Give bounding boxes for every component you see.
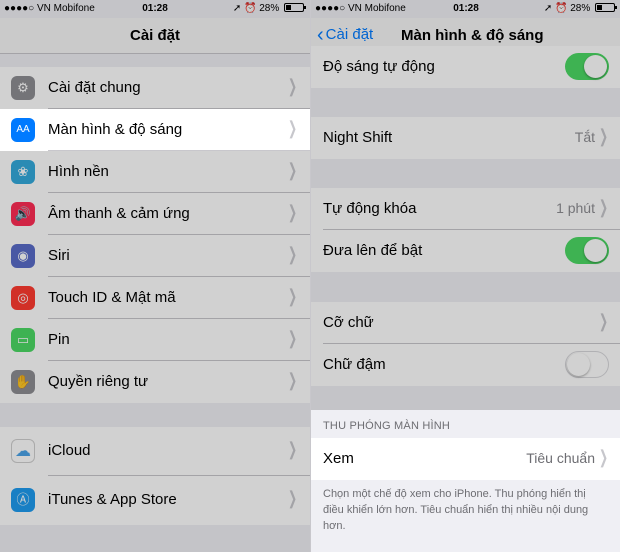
night-shift-row[interactable]: Night Shift Tắt ❯	[311, 117, 620, 159]
back-label: Cài đặt	[325, 26, 374, 43]
battery-percent: 28%	[259, 3, 280, 14]
auto-lock-label: Tự động khóa	[323, 200, 417, 217]
settings-row[interactable]: ⒶiTunes & App Store ❯	[0, 476, 310, 525]
settings-row-label: Touch ID & Mật mã	[48, 289, 176, 306]
raise-to-wake-label: Đưa lên để bật	[323, 242, 423, 259]
chevron-right-icon: ❯	[598, 447, 608, 467]
chevron-right-icon: ❯	[287, 160, 297, 180]
settings-row[interactable]: 🔊 Âm thanh & cảm ứng ❯	[0, 193, 310, 235]
raise-to-wake-row: Đưa lên để bật	[311, 230, 620, 272]
page-title: Cài đặt	[129, 27, 180, 44]
display-brightness-icon: AA	[11, 118, 35, 142]
settings-row-label: Siri	[48, 247, 70, 264]
gear-icon: ⚙	[11, 76, 35, 100]
chevron-right-icon: ❯	[287, 76, 297, 96]
chevron-right-icon: ❯	[287, 202, 297, 222]
settings-row[interactable]: ▭ Pin ❯	[0, 319, 310, 361]
battery-icon: ▭	[11, 328, 35, 352]
settings-row-label: Pin	[48, 331, 70, 348]
settings-row[interactable]: ◉ Siri ❯	[0, 235, 310, 277]
sound-icon: 🔊	[11, 202, 35, 226]
view-label: Xem	[323, 450, 354, 467]
nav-bar: Cài đặt	[0, 18, 310, 54]
settings-row[interactable]: AA Màn hình & độ sáng ❯	[0, 109, 310, 151]
back-button[interactable]: ‹ Cài đặt	[317, 24, 374, 46]
raise-to-wake-toggle[interactable]	[565, 237, 609, 264]
settings-row-label: Quyền riêng tư	[48, 373, 149, 390]
siri-icon: ◉	[11, 244, 35, 268]
privacy-hand-icon: ✋	[11, 370, 35, 394]
chevron-right-icon: ❯	[287, 439, 297, 459]
chevron-right-icon: ❯	[287, 244, 297, 264]
text-size-row[interactable]: Cỡ chữ ❯	[311, 302, 620, 344]
auto-brightness-label: Độ sáng tự động	[323, 58, 435, 75]
settings-screen: ●●●●○ VN Mobifone 01:28 ➚ ⏰ 28% Cài đặt …	[0, 0, 310, 552]
settings-row-label: Cài đặt chung	[48, 79, 141, 96]
battery-status: ➚ ⏰ 28%	[544, 3, 617, 14]
auto-brightness-toggle[interactable]	[565, 53, 609, 80]
app-store-icon: Ⓐ	[11, 488, 35, 512]
chevron-right-icon: ❯	[598, 311, 608, 331]
chevron-left-icon: ‹	[317, 24, 324, 46]
settings-row[interactable]: ✋ Quyền riêng tư ❯	[0, 361, 310, 403]
display-brightness-screen: ●●●●○ VN Mobifone 01:28 ➚ ⏰ 28% ‹ Cài đặt…	[311, 0, 620, 552]
fingerprint-icon: ◎	[11, 286, 35, 310]
night-shift-label: Night Shift	[323, 129, 393, 146]
view-row[interactable]: Xem Tiêu chuẩn ❯	[311, 438, 620, 480]
zoom-footnote: Chọn một chế độ xem cho iPhone. Thu phón…	[323, 488, 589, 532]
bold-text-row: Chữ đậm	[311, 344, 620, 386]
text-size-label: Cỡ chữ	[323, 314, 374, 331]
zoom-section-header: THU PHÓNG MÀN HÌNH	[323, 420, 451, 432]
chevron-right-icon: ❯	[287, 118, 297, 138]
auto-lock-row[interactable]: Tự động khóa 1 phút ❯	[311, 188, 620, 230]
battery-icon	[284, 3, 306, 12]
settings-row-label: iCloud	[48, 442, 91, 459]
settings-row[interactable]: ◎ Touch ID & Mật mã ❯	[0, 277, 310, 319]
settings-row-label: Màn hình & độ sáng	[48, 121, 183, 138]
battery-icon	[595, 3, 617, 12]
chevron-right-icon: ❯	[287, 328, 297, 348]
chevron-right-icon: ❯	[287, 286, 297, 306]
battery-percent: 28%	[570, 3, 591, 14]
settings-row[interactable]: ❀ Hình nền ❯	[0, 151, 310, 193]
icloud-icon: ☁	[11, 439, 35, 463]
chevron-right-icon: ❯	[598, 197, 608, 217]
settings-row-label: Âm thanh & cảm ứng	[48, 205, 190, 222]
chevron-right-icon: ❯	[287, 488, 297, 508]
bold-text-label: Chữ đậm	[323, 356, 386, 373]
night-shift-value: Tắt	[574, 129, 595, 145]
settings-row[interactable]: ⚙ Cài đặt chung ❯	[0, 67, 310, 109]
settings-row-label: Hình nền	[48, 163, 109, 180]
settings-row-label: iTunes & App Store	[48, 491, 177, 508]
status-bar: ●●●●○ VN Mobifone 01:28 ➚ ⏰ 28%	[311, 0, 620, 18]
status-bar: ●●●●○ VN Mobifone 01:28 ➚ ⏰ 28%	[0, 0, 310, 18]
battery-status: ➚ ⏰ 28%	[233, 3, 306, 14]
auto-lock-value: 1 phút	[556, 200, 595, 216]
page-title: Màn hình & độ sáng	[401, 27, 544, 44]
view-value: Tiêu chuẩn	[526, 450, 595, 466]
chevron-right-icon: ❯	[598, 126, 608, 146]
auto-brightness-row: Độ sáng tự động	[311, 46, 620, 88]
wallpaper-icon: ❀	[11, 160, 35, 184]
bold-text-toggle[interactable]	[565, 351, 609, 378]
settings-row[interactable]: ☁ iCloud ❯	[0, 427, 310, 476]
chevron-right-icon: ❯	[287, 370, 297, 390]
